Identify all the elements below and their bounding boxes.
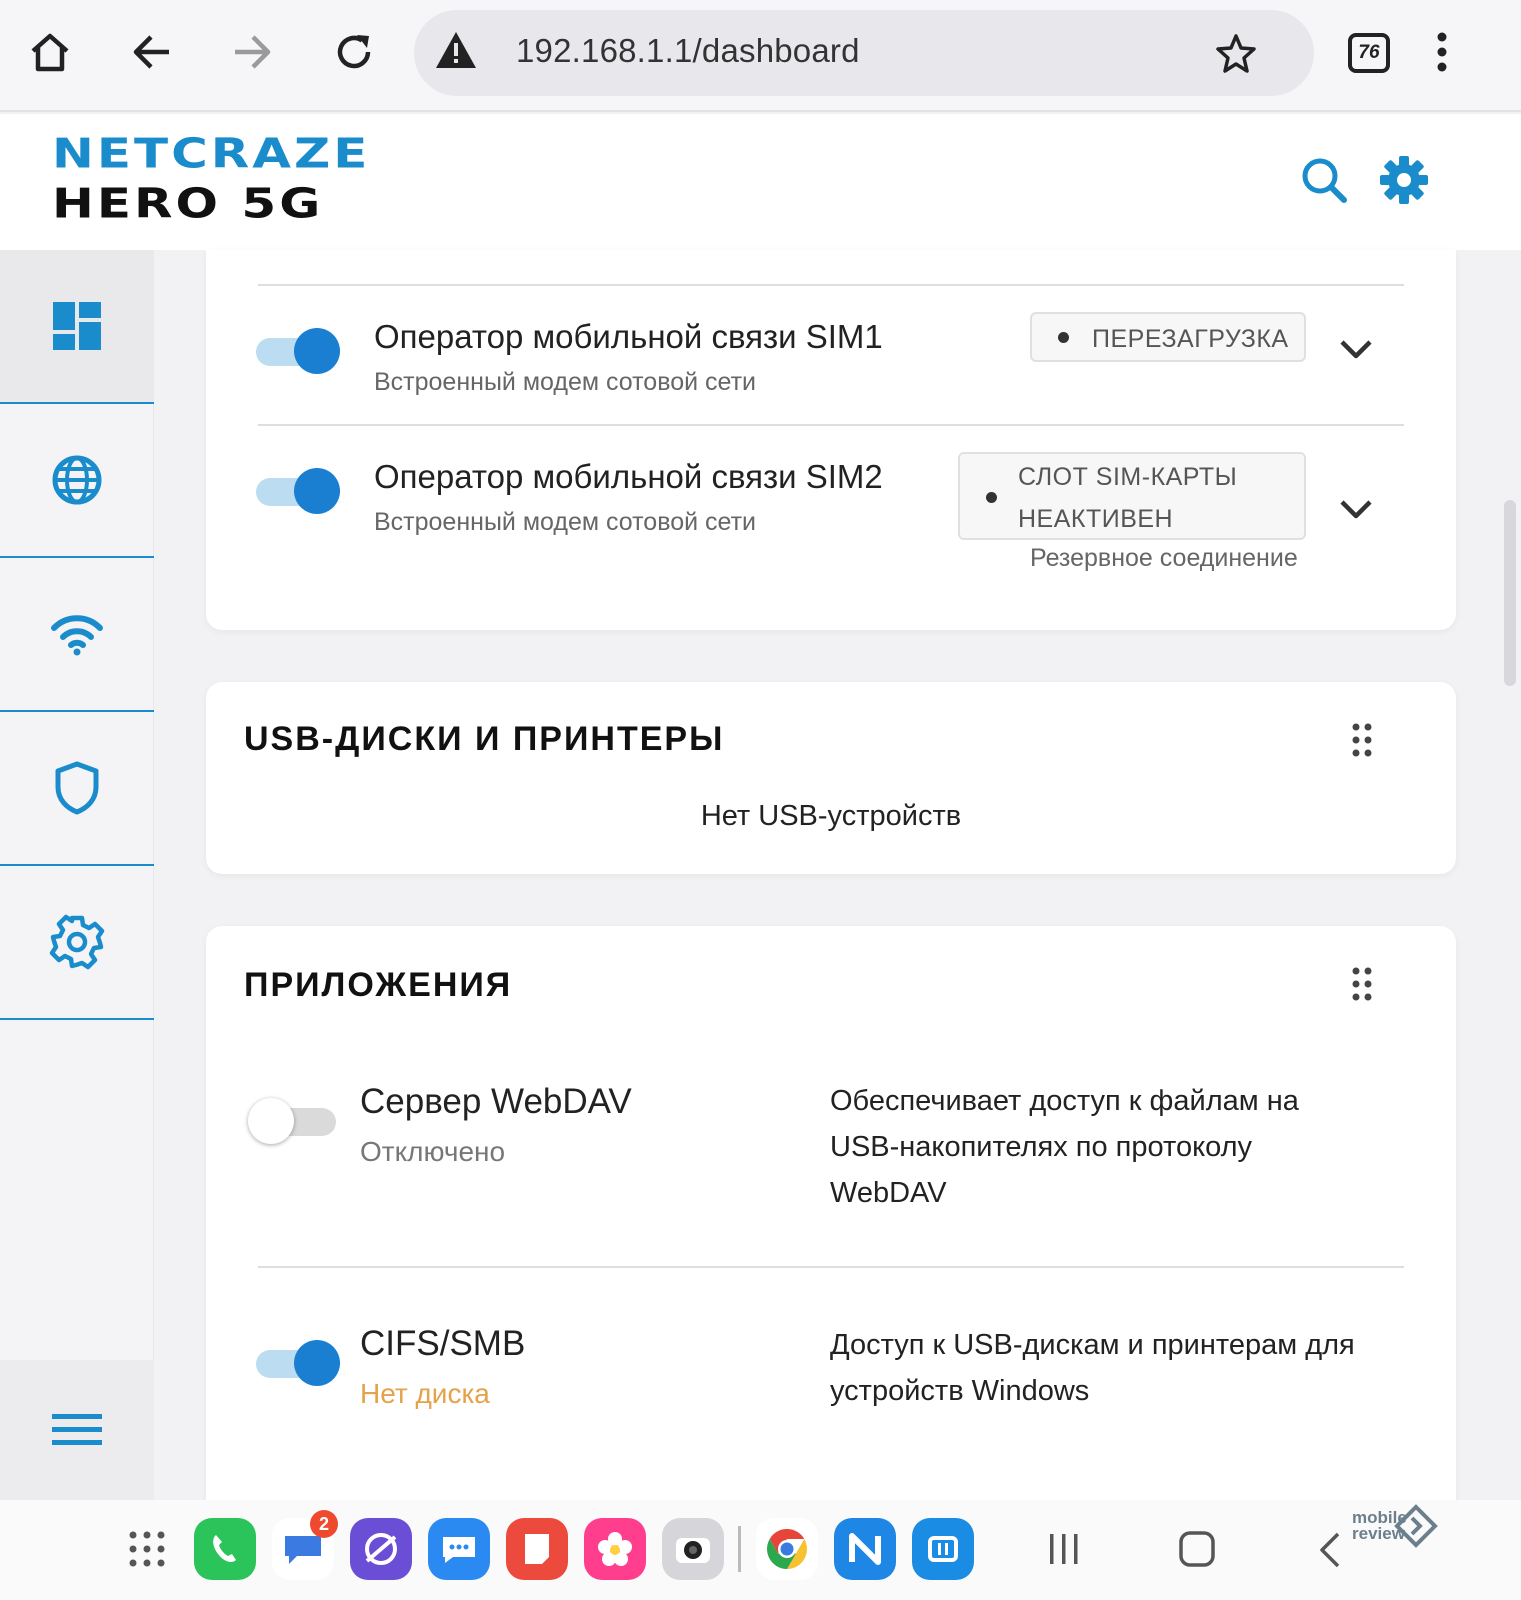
chat-app-icon[interactable]: [428, 1518, 490, 1580]
gallery-app-icon[interactable]: [584, 1518, 646, 1580]
sim1-expand-chevron-icon[interactable]: [1338, 338, 1374, 362]
status-dot: [1058, 332, 1069, 343]
internet-app-icon[interactable]: [350, 1518, 412, 1580]
back-nav-icon[interactable]: [1316, 1530, 1344, 1575]
sim2-status-line1: СЛОТ SIM-КАРТЫ: [1018, 463, 1238, 491]
sidebar-item-wifi[interactable]: [0, 558, 154, 712]
status-dot: [986, 492, 997, 503]
drag-handle-icon[interactable]: [1350, 722, 1374, 758]
apps-card: ПРИЛОЖЕНИЯ Сервер WebDAV Отключено Обесп…: [206, 926, 1456, 1526]
sim1-toggle[interactable]: [256, 328, 340, 374]
sidebar-nav: [0, 250, 154, 1500]
settings-gear-icon[interactable]: [1378, 154, 1434, 210]
divider: [258, 1266, 1404, 1268]
divider: [258, 424, 1404, 426]
watermark-diamond-icon: [1394, 1504, 1438, 1553]
sidebar-item-security[interactable]: [0, 712, 154, 866]
app-drawer-icon[interactable]: [128, 1530, 166, 1573]
sim2-status-badge: СЛОТ SIM-КАРТЫ НЕАКТИВЕН: [958, 452, 1306, 540]
router-app-icon[interactable]: [912, 1518, 974, 1580]
divider: [258, 284, 1404, 286]
messages-badge: 2: [310, 1510, 338, 1538]
n-app-icon[interactable]: [834, 1518, 896, 1580]
webdav-toggle[interactable]: [248, 1098, 336, 1144]
sidebar-item-internet[interactable]: [0, 404, 154, 558]
forward-icon[interactable]: [224, 24, 280, 80]
sim1-status-text: ПЕРЕЗАГРУЗКА: [1092, 325, 1289, 353]
browser-toolbar: 192.168.1.1/dashboard 76: [0, 0, 1521, 112]
notes-app-icon[interactable]: [506, 1518, 568, 1580]
tab-switcher-button[interactable]: 76: [1348, 33, 1390, 73]
usb-card: USB-ДИСКИ И ПРИНТЕРЫ Нет USB-устройств: [206, 682, 1456, 874]
webdav-status: Отключено: [360, 1136, 506, 1167]
gear-icon: [49, 914, 105, 970]
back-icon[interactable]: [124, 24, 180, 80]
chrome-app-icon[interactable]: [756, 1518, 818, 1580]
cifs-smb-toggle[interactable]: [256, 1340, 340, 1386]
webdav-description: Обеспечивает доступ к файлам на USB-нако…: [830, 1085, 1299, 1209]
sim2-status-line2: НЕАКТИВЕН: [1018, 505, 1174, 533]
phone-app-icon[interactable]: [194, 1518, 256, 1580]
more-vert-icon[interactable]: [1414, 24, 1470, 80]
sim1-status-badge: ПЕРЕЗАГРУЗКА: [1030, 312, 1306, 362]
sim2-toggle[interactable]: [256, 468, 340, 514]
sidebar-menu-button[interactable]: [0, 1360, 154, 1500]
internet-connections-card: Оператор мобильной связи SIM1 Встроенный…: [206, 250, 1456, 630]
sim2-title: Оператор мобильной связи SIM2: [374, 458, 883, 495]
sim1-title: Оператор мобильной связи SIM1: [374, 318, 883, 355]
sim1-subtitle: Встроенный модем сотовой сети: [374, 368, 757, 396]
wifi-icon: [51, 615, 103, 656]
apps-card-title: ПРИЛОЖЕНИЯ: [244, 966, 513, 1004]
globe-icon: [52, 455, 102, 505]
reload-icon[interactable]: [326, 24, 382, 80]
webdav-name: Сервер WebDAV: [360, 1082, 632, 1121]
home-nav-icon[interactable]: [1178, 1530, 1216, 1573]
logo-brand: NETCRAZE: [52, 130, 371, 178]
warning-icon[interactable]: [434, 30, 478, 75]
shield-icon: [55, 761, 99, 815]
cifs-smb-name: CIFS/SMB: [360, 1324, 526, 1363]
drag-handle-icon[interactable]: [1350, 966, 1374, 1002]
usb-card-title: USB-ДИСКИ И ПРИНТЕРЫ: [244, 720, 725, 758]
bookmark-star-icon[interactable]: [1214, 32, 1258, 81]
home-icon[interactable]: [22, 24, 78, 80]
sidebar-item-dashboard[interactable]: [0, 250, 154, 404]
sim2-subtitle: Встроенный модем сотовой сети: [374, 508, 757, 536]
usb-empty-message: Нет USB-устройств: [700, 800, 962, 832]
cifs-smb-description: Доступ к USB-дискам и принтерам для устр…: [830, 1329, 1355, 1407]
android-taskbar: 2 mobile review: [0, 1500, 1521, 1600]
hamburger-menu-icon: [52, 1414, 102, 1445]
sidebar-item-settings[interactable]: [0, 866, 154, 1020]
sim2-backup-note: Резервное соединение: [1030, 544, 1298, 572]
dock-separator: [738, 1526, 741, 1572]
search-icon[interactable]: [1298, 154, 1354, 210]
camera-app-icon[interactable]: [662, 1518, 724, 1580]
cifs-smb-status: Нет диска: [360, 1378, 490, 1409]
url-text[interactable]: 192.168.1.1/dashboard: [516, 32, 860, 70]
sim2-expand-chevron-icon[interactable]: [1338, 498, 1374, 522]
recents-nav-icon[interactable]: [1046, 1532, 1082, 1571]
dashboard-icon: [53, 302, 101, 350]
page-scrollbar[interactable]: [1504, 500, 1516, 686]
logo-model: HERO 5G: [52, 180, 324, 228]
address-bar[interactable]: 192.168.1.1/dashboard: [414, 10, 1314, 96]
app-header: NETCRAZE HERO 5G: [0, 114, 1521, 250]
